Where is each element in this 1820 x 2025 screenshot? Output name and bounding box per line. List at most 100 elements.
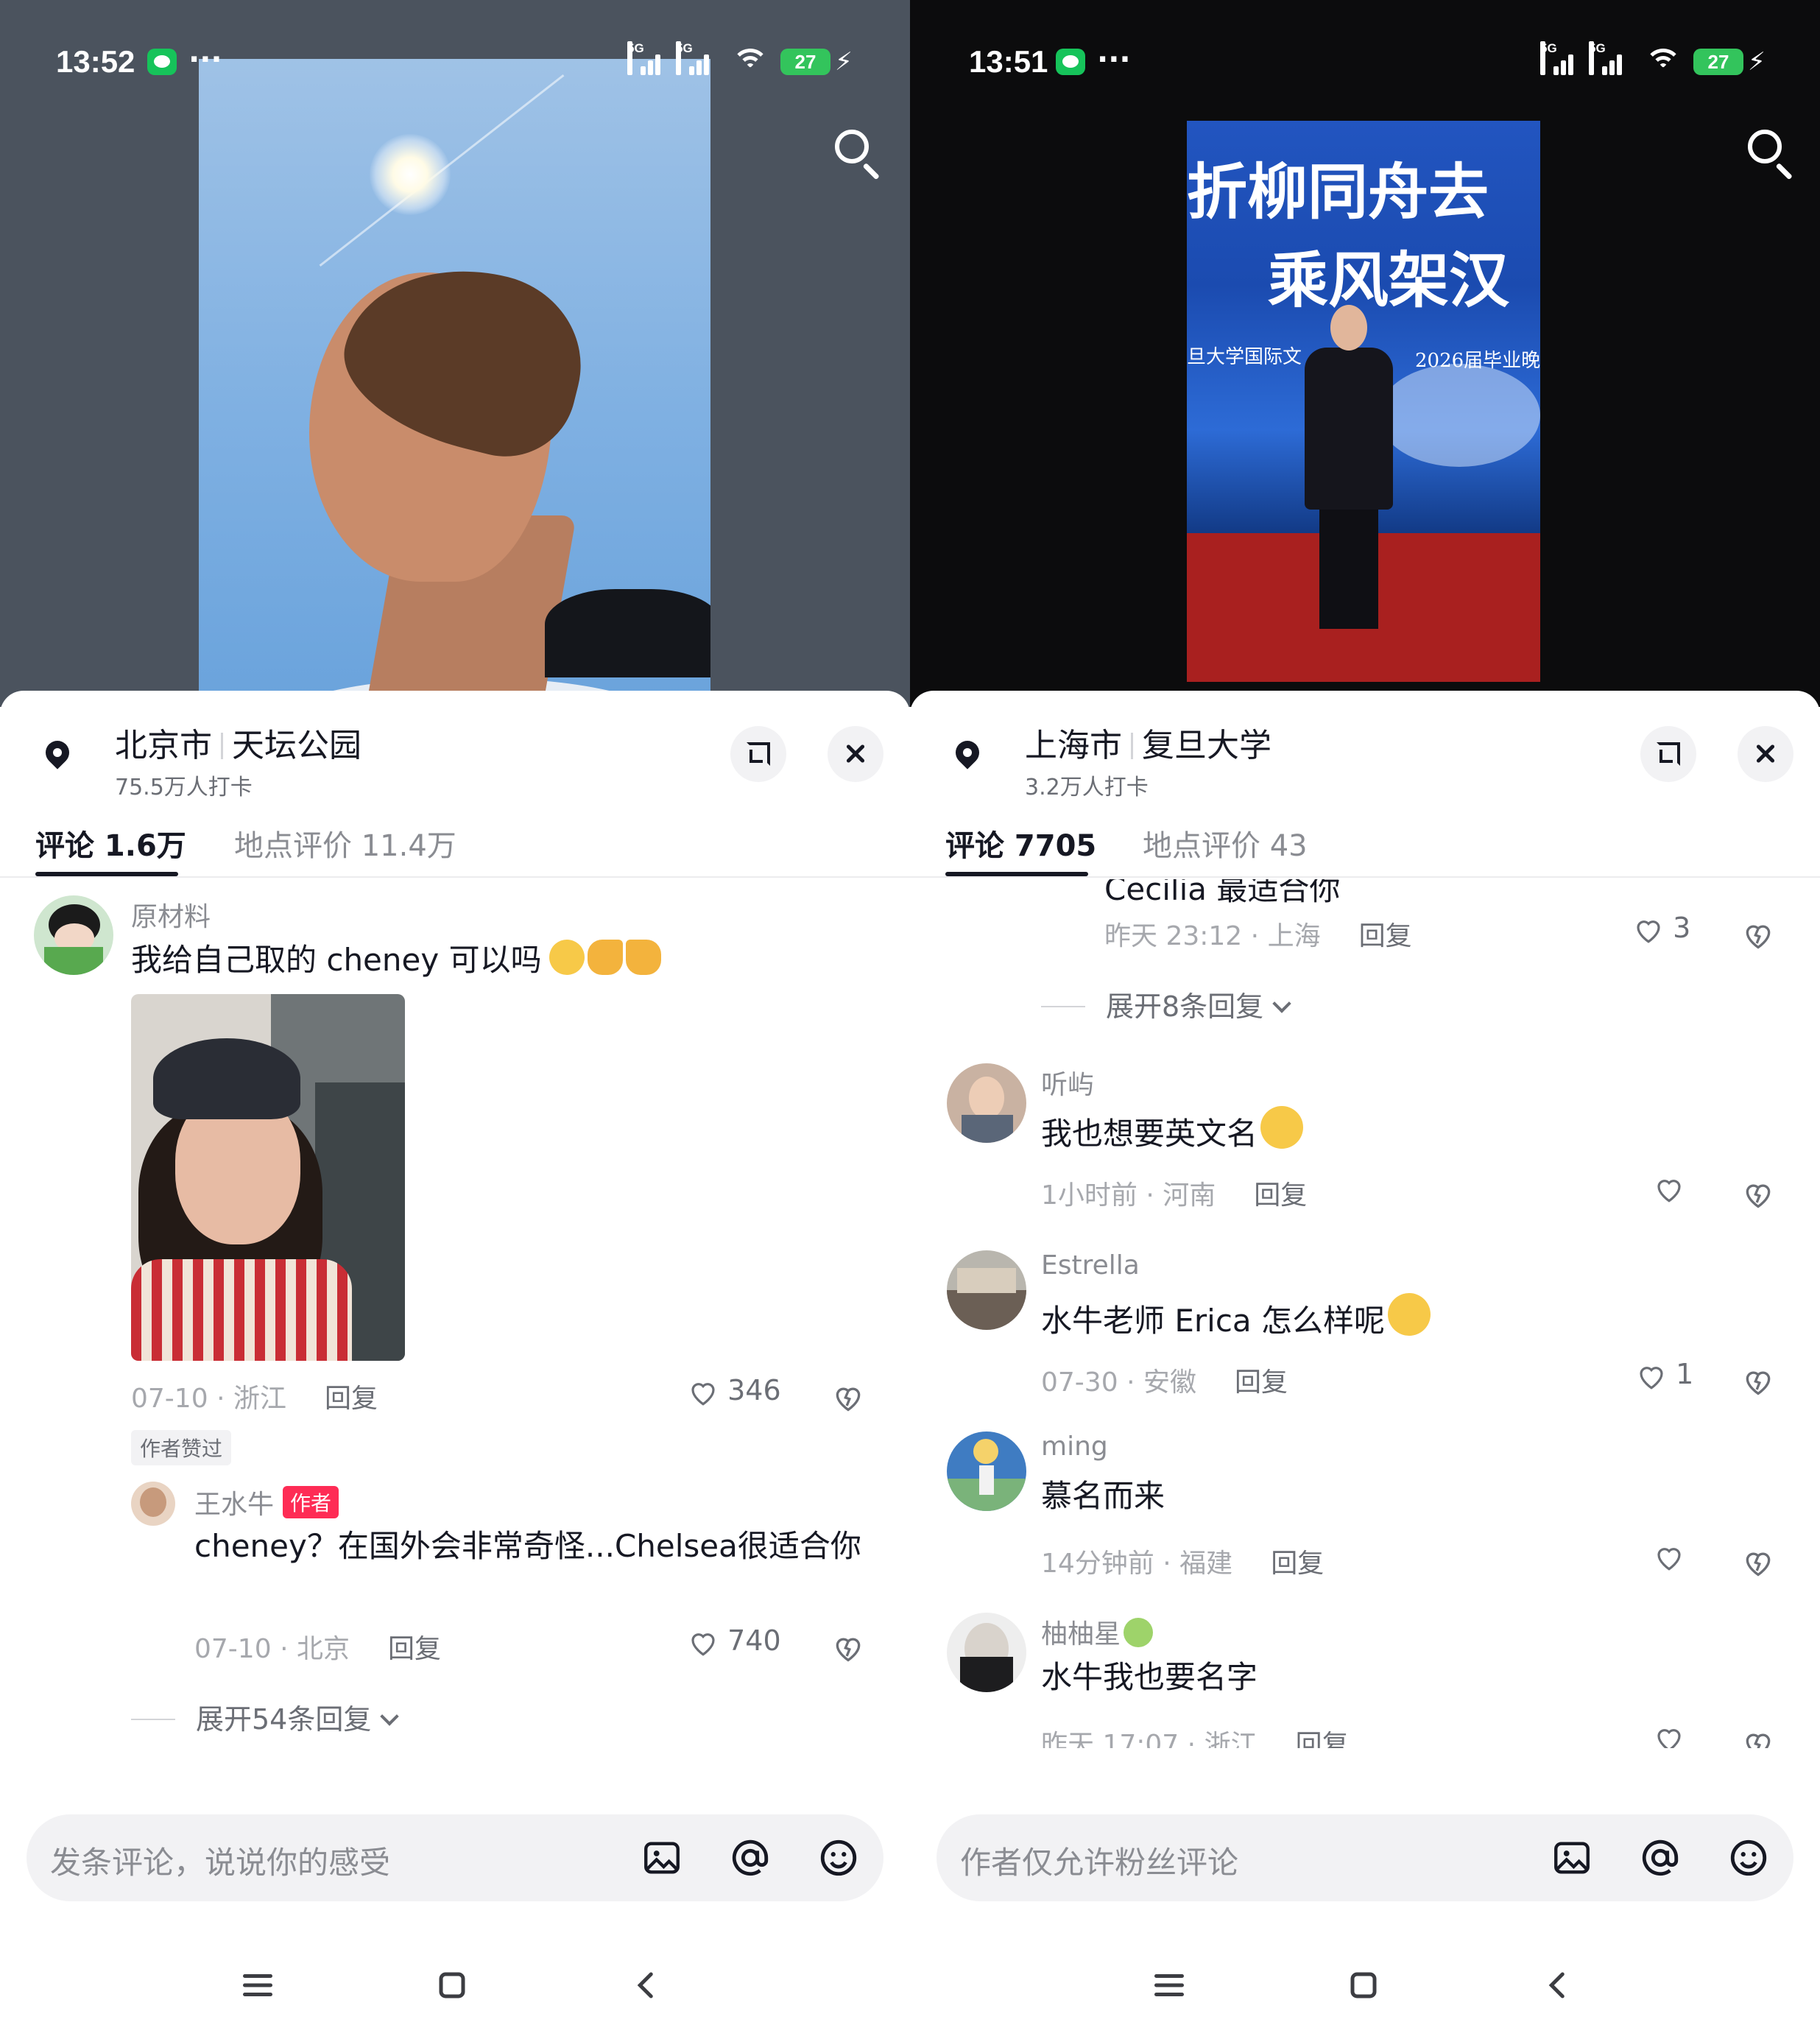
charging-icon: ⚡	[1748, 47, 1766, 77]
tab-comments[interactable]: 评论 1.6万	[35, 822, 186, 864]
avatar[interactable]	[34, 895, 113, 975]
menu-icon[interactable]	[236, 1963, 280, 2007]
avatar[interactable]	[947, 1613, 1026, 1692]
like-button[interactable]	[1654, 1171, 1685, 1215]
post-media[interactable]: 折柳同舟去 乘风架汉 旦大学国际文 2026届毕业晚 13:51 ··· 5G …	[910, 0, 1820, 707]
tab-comments[interactable]: 评论 7705	[945, 822, 1096, 864]
dislike-icon[interactable]	[1742, 1726, 1774, 1748]
heart-icon	[1657, 1547, 1681, 1571]
signal-icon: 5G	[1540, 41, 1577, 75]
home-icon[interactable]	[1341, 1963, 1386, 2007]
wifi-icon	[732, 46, 769, 75]
image-icon[interactable]	[641, 1836, 683, 1879]
comments-sheet: 上海市 复旦大学 3.2万人打卡 评论 7705 地点评价 43 Cecilia …	[910, 691, 1820, 2025]
comment-username[interactable]: ming	[1041, 1431, 1108, 1462]
heart-icon	[1657, 1179, 1681, 1202]
emoji-icon[interactable]	[817, 1836, 860, 1879]
stage-banner-line: 折柳同舟去	[1187, 157, 1489, 228]
back-icon[interactable]	[1536, 1963, 1580, 2007]
like-count: 1	[1676, 1358, 1694, 1390]
menu-icon[interactable]	[1147, 1963, 1191, 2007]
avatar[interactable]	[947, 1250, 1026, 1330]
dislike-icon[interactable]	[832, 1380, 864, 1415]
at-icon[interactable]	[1639, 1836, 1682, 1879]
comment-username[interactable]: 原材料	[131, 895, 211, 934]
tab-indicator	[35, 872, 178, 876]
comment-list[interactable]: 原材料 我给自己取的 cheney 可以吗 07-10 · 浙江 回复 346 作…	[0, 879, 910, 1748]
dislike-icon[interactable]	[1742, 1545, 1774, 1580]
close-button[interactable]	[1738, 726, 1793, 782]
dislike-icon[interactable]	[1742, 1364, 1774, 1399]
tab-place-reviews[interactable]: 地点评价 43	[1143, 822, 1308, 864]
comment-username[interactable]: Estrella	[1041, 1250, 1140, 1281]
expand-replies-button[interactable]: 展开54条回复	[131, 1697, 400, 1737]
expand-button[interactable]	[1640, 726, 1696, 782]
search-icon[interactable]	[1743, 125, 1796, 180]
location-title[interactable]: 上海市 复旦大学	[1025, 719, 1271, 766]
dislike-icon[interactable]	[832, 1630, 864, 1666]
more-notifications: ···	[1097, 43, 1131, 77]
like-button[interactable]: 1	[1636, 1358, 1693, 1402]
location-title[interactable]: 北京市 天坛公园	[115, 719, 361, 766]
reply-button[interactable]: 回复	[325, 1384, 378, 1414]
emoji-icon[interactable]	[1727, 1836, 1770, 1879]
comment-username[interactable]: 王水牛 作者	[194, 1483, 339, 1521]
home-icon[interactable]	[430, 1963, 474, 2007]
back-icon[interactable]	[624, 1963, 669, 2007]
image-icon[interactable]	[1551, 1836, 1593, 1879]
close-icon	[1738, 726, 1793, 782]
like-button[interactable]: 3	[1633, 912, 1690, 956]
like-button[interactable]: 346	[688, 1374, 781, 1418]
reply-button[interactable]: 回复	[388, 1634, 441, 1664]
tab-place-reviews[interactable]: 地点评价 11.4万	[234, 822, 456, 864]
avatar[interactable]	[131, 1482, 175, 1526]
reply-button[interactable]: 回复	[1254, 1180, 1307, 1211]
reply-button[interactable]: 回复	[1296, 1730, 1349, 1748]
comment-meta: 07-30 · 安徽 回复	[1041, 1367, 1288, 1398]
location-pin-icon	[950, 736, 984, 773]
comment-input[interactable]: 发条评论，说说你的感受	[27, 1814, 883, 1901]
sheet-tabs: 评论 7705 地点评价 43	[910, 809, 1820, 878]
comment-username[interactable]: 听屿	[1041, 1063, 1094, 1102]
wechat-icon	[1056, 49, 1085, 75]
at-icon[interactable]	[729, 1836, 772, 1879]
comment-text: cheney？在国外会非常奇怪...Chelsea很适合你	[194, 1528, 861, 1564]
comment-username[interactable]: 柚柚星	[1041, 1613, 1154, 1651]
location-city: 北京市	[115, 727, 212, 764]
dislike-icon[interactable]	[1742, 1177, 1774, 1212]
checkin-count: 75.5万人打卡	[115, 775, 253, 800]
like-button[interactable]: 740	[688, 1624, 781, 1669]
reply-button[interactable]: 回复	[1271, 1549, 1324, 1579]
avatar[interactable]	[947, 1063, 1026, 1143]
comment-image[interactable]	[131, 994, 405, 1361]
like-count: 740	[727, 1624, 781, 1657]
like-button[interactable]	[1654, 1720, 1685, 1748]
dislike-icon[interactable]	[1742, 918, 1774, 953]
reply-button[interactable]: 回复	[1235, 1367, 1288, 1398]
comment-input[interactable]: 作者仅允许粉丝评论	[937, 1814, 1793, 1901]
expand-button[interactable]	[730, 726, 786, 782]
heart-icon	[1657, 1728, 1681, 1748]
comment-meta: 1小时前 · 河南 回复	[1041, 1180, 1308, 1211]
author-badge: 作者	[283, 1486, 339, 1518]
expand-replies-button[interactable]: 展开8条回复	[1041, 984, 1291, 1024]
charging-icon: ⚡	[835, 47, 853, 77]
comment-meta: 07-10 · 浙江 回复	[131, 1384, 378, 1414]
system-nav-bar	[0, 1943, 910, 2025]
screen-right: 折柳同舟去 乘风架汉 旦大学国际文 2026届毕业晚 13:51 ··· 5G …	[910, 0, 1820, 2025]
close-button[interactable]	[828, 726, 883, 782]
location-pin-icon	[40, 736, 74, 773]
location-place: 天坛公园	[232, 727, 361, 764]
avatar[interactable]	[947, 1431, 1026, 1511]
like-button[interactable]	[1654, 1539, 1685, 1583]
point-right-icon	[587, 940, 623, 975]
comment-meta: 昨天 23:12 · 上海 回复	[1104, 921, 1412, 951]
search-icon[interactable]	[830, 125, 883, 180]
sheet-tabs: 评论 1.6万 地点评价 11.4万	[0, 809, 910, 878]
comment-list[interactable]: Cecilia 最适合你 昨天 23:12 · 上海 回复 3 展开8条回复 听…	[910, 879, 1820, 1748]
screen-left: 13:52 ··· 5G 5G 27 ⚡ 北京市 天坛公园 75.5万人打卡 评论…	[0, 0, 910, 2025]
post-media[interactable]: 13:52 ··· 5G 5G 27 ⚡	[0, 0, 910, 707]
comment-text: 水牛我也要名字	[1041, 1659, 1258, 1695]
reply-button[interactable]: 回复	[1359, 921, 1412, 951]
battery-icon: 27	[780, 49, 830, 75]
